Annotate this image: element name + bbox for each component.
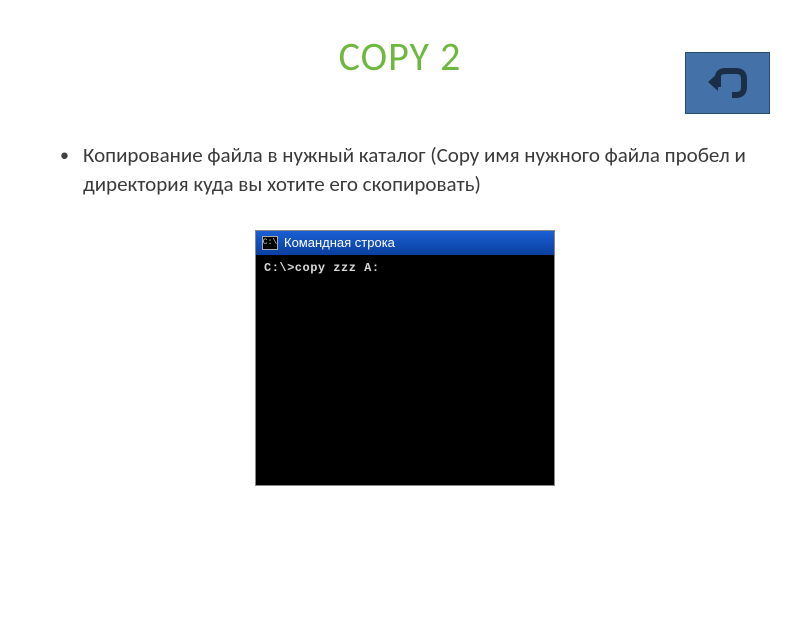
bullet-text: Копирование файла в нужный каталог (Copy… [83,141,750,200]
terminal-titlebar: C:\ Командная строка [256,231,554,255]
content-area: • Копирование файла в нужный каталог (Co… [0,141,800,486]
terminal-title: Командная строка [284,235,395,250]
terminal-line: C:\>copy zzz A: [264,261,546,275]
page-title: COPY 2 [0,32,800,81]
terminal-window: C:\ Командная строка C:\>copy zzz A: [255,230,555,486]
bullet-marker-icon: • [60,143,69,168]
cmd-icon: C:\ [262,236,278,250]
back-button[interactable] [685,52,770,114]
list-item: • Копирование файла в нужный каталог (Co… [60,141,750,200]
terminal-body: C:\>copy zzz A: [256,255,554,485]
u-turn-back-icon [704,67,752,99]
